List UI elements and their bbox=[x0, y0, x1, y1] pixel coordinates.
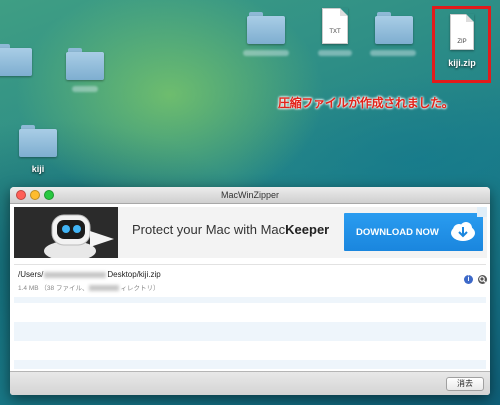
file-meta-open: （38 ファイル、 bbox=[40, 285, 89, 292]
clear-button[interactable]: 消去 bbox=[446, 377, 484, 391]
ad-panel: Protect your Mac with MacKeeper DOWNLOAD… bbox=[118, 207, 487, 258]
list-item[interactable]: /Users/Desktop/kiji.zip 1.4 MB （38 ファイル、… bbox=[14, 265, 487, 297]
info-icon[interactable]: i bbox=[464, 275, 473, 284]
ad-choices-icon[interactable] bbox=[477, 207, 487, 217]
txt-file-type-label: TXT bbox=[329, 29, 341, 35]
download-now-button[interactable]: DOWNLOAD NOW bbox=[344, 213, 483, 251]
archive-list: /Users/Desktop/kiji.zip 1.4 MB （38 ファイル、… bbox=[14, 264, 487, 369]
file-meta: 1.4 MB （38 ファイル、 ィレクトリ） bbox=[18, 282, 159, 292]
bottom-toolbar: 消去 bbox=[10, 371, 490, 395]
window-titlebar[interactable]: MacWinZipper bbox=[10, 187, 490, 204]
ad-banner[interactable]: Protect your Mac with MacKeeper DOWNLOAD… bbox=[14, 207, 487, 258]
download-now-label: DOWNLOAD NOW bbox=[356, 227, 439, 238]
file-size: 1.4 MB bbox=[18, 285, 39, 292]
file-meta-close: ィレクトリ） bbox=[120, 285, 160, 292]
redacted-dir-count bbox=[89, 285, 120, 292]
ad-headline-prefix: Protect your Mac with Mac bbox=[132, 222, 286, 237]
robot-mascot-icon bbox=[44, 214, 114, 258]
folder-label-kiji: kiji bbox=[31, 164, 45, 174]
window-title: MacWinZipper bbox=[220, 190, 279, 200]
file-path-prefix: /Users/ bbox=[18, 270, 44, 279]
magnifier-icon[interactable] bbox=[478, 275, 487, 284]
search-icon bbox=[479, 276, 487, 284]
file-path: /Users/Desktop/kiji.zip bbox=[18, 270, 161, 279]
ad-headline: Protect your Mac with MacKeeper bbox=[132, 222, 329, 237]
macwinzipper-window: MacWinZipper Protect your Mac with MacKe… bbox=[10, 187, 490, 395]
zip-file-label: kiji.zip bbox=[448, 58, 476, 68]
completion-notice: 圧縮ファイルが作成されました。 bbox=[278, 96, 454, 110]
file-path-suffix: Desktop/kiji.zip bbox=[107, 270, 161, 279]
ad-headline-brand: Keeper bbox=[285, 222, 330, 237]
zip-file-type-label: ZIP bbox=[457, 39, 467, 45]
cloud-download-icon bbox=[451, 222, 475, 241]
redacted-username bbox=[44, 271, 107, 278]
